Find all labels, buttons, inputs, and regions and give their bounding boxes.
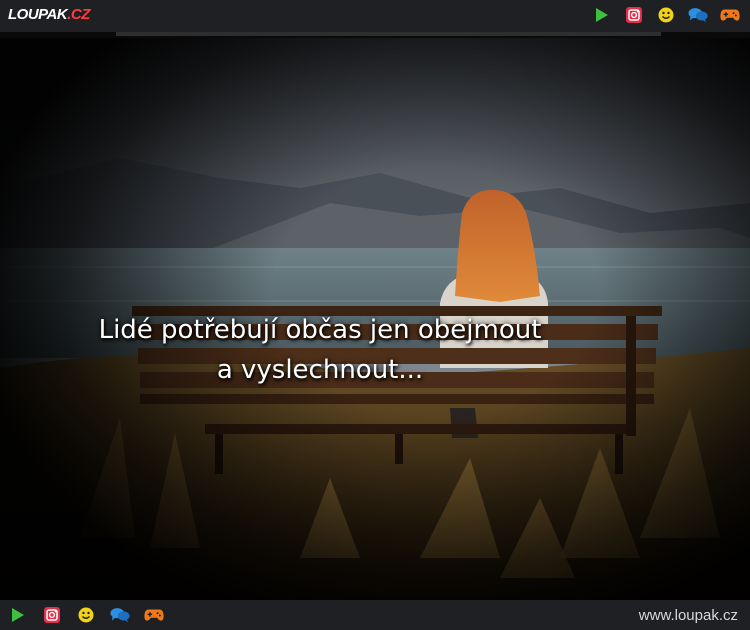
- chat-icon[interactable]: [110, 606, 130, 624]
- top-bar: LOUPAK.CZ: [0, 0, 750, 32]
- instagram-icon[interactable]: [42, 606, 62, 624]
- site-url-link[interactable]: www.loupak.cz: [639, 607, 738, 624]
- image-caption: Lidé potřebují občas jen obejmout a vysl…: [0, 310, 640, 390]
- logo-text: LOUPAK: [8, 6, 68, 23]
- site-logo[interactable]: LOUPAK.CZ: [8, 6, 90, 23]
- progress-fill: [116, 32, 661, 36]
- meme-image: Lidé potřebují občas jen obejmout a vysl…: [0, 38, 750, 600]
- bottom-bar: www.loupak.cz: [0, 600, 750, 630]
- chat-icon[interactable]: [688, 6, 708, 24]
- smiley-icon[interactable]: [76, 606, 96, 624]
- top-icon-group: [592, 6, 740, 24]
- gamepad-icon[interactable]: [144, 606, 164, 624]
- smiley-icon[interactable]: [656, 6, 676, 24]
- gamepad-icon[interactable]: [720, 6, 740, 24]
- play-icon[interactable]: [8, 606, 28, 624]
- instagram-icon[interactable]: [624, 6, 644, 24]
- bottom-icon-group: [8, 606, 164, 624]
- progress-track: [116, 32, 661, 36]
- caption-line-2: a vyslechnout...: [216, 355, 424, 385]
- logo-suffix: .CZ: [67, 6, 90, 23]
- caption-line-1: Lidé potřebují občas jen obejmout: [98, 315, 542, 345]
- play-icon[interactable]: [592, 6, 612, 24]
